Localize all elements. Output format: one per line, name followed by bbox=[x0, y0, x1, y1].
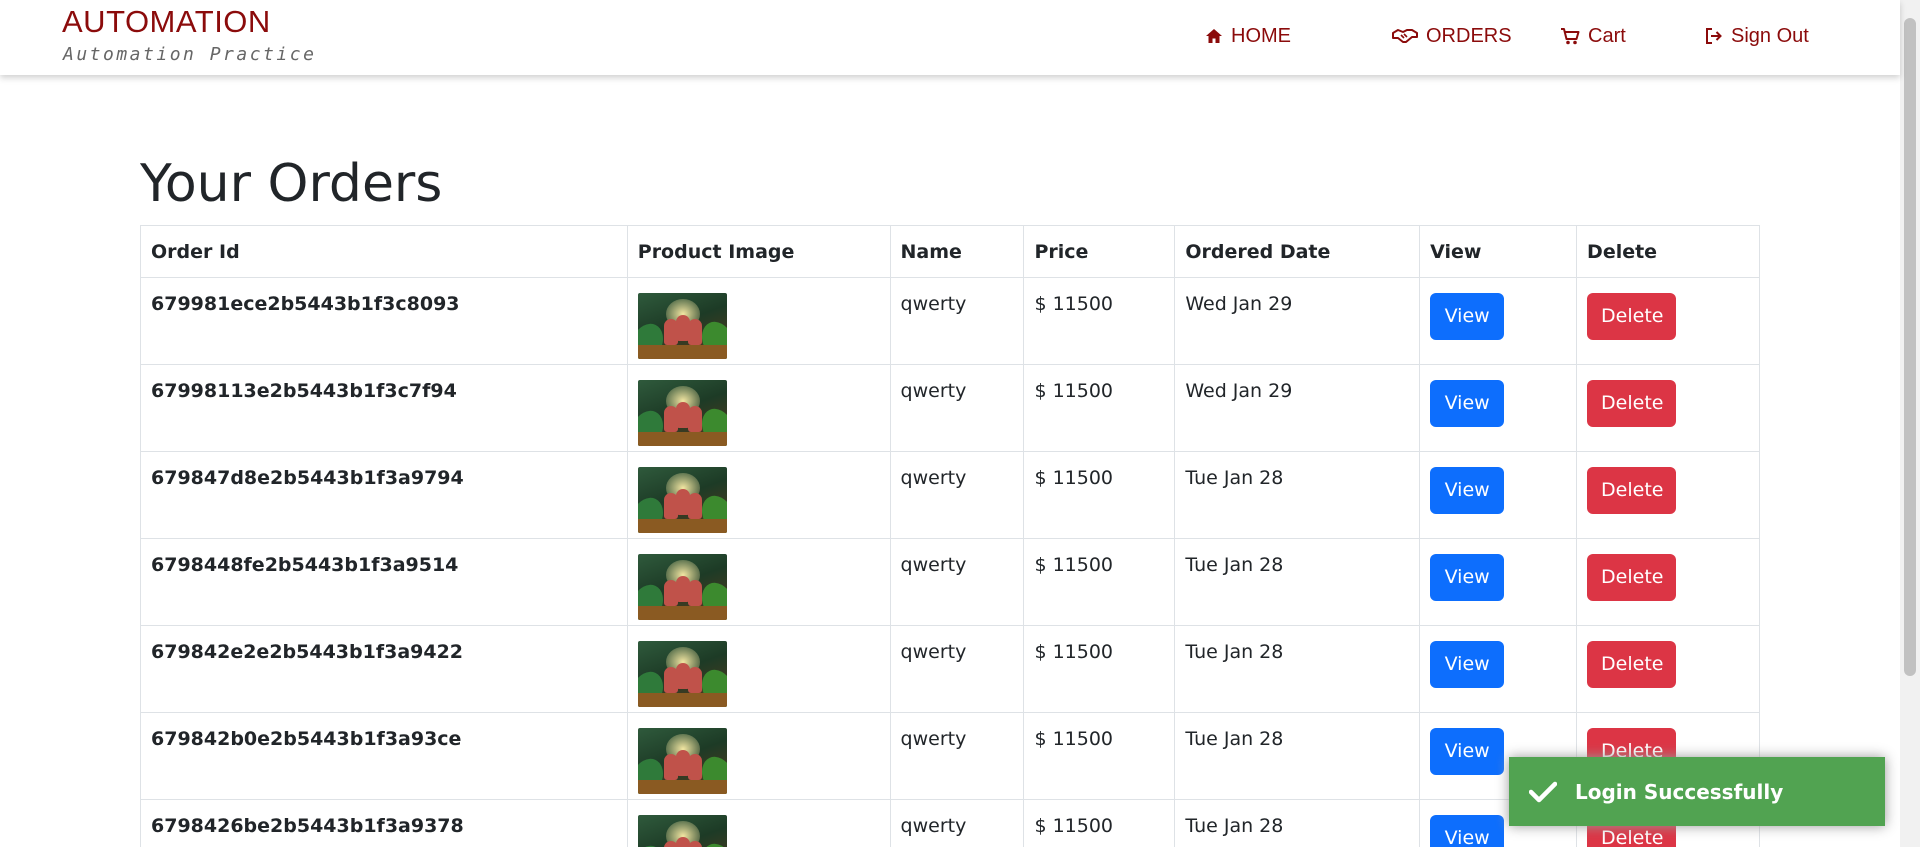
delete-button[interactable]: Delete bbox=[1587, 293, 1677, 340]
orders-table: Order Id Product Image Name Price Ordere… bbox=[140, 225, 1760, 847]
header-ordered-date: Ordered Date bbox=[1174, 225, 1421, 278]
ordered-date-cell: Wed Jan 29 bbox=[1174, 364, 1421, 452]
view-button[interactable]: View bbox=[1430, 728, 1505, 775]
home-icon bbox=[1206, 29, 1222, 43]
table-header-row: Order Id Product Image Name Price Ordere… bbox=[140, 225, 1760, 278]
view-button[interactable]: View bbox=[1430, 380, 1505, 427]
price-cell: $ 11500 bbox=[1023, 277, 1176, 365]
delete-cell: Delete bbox=[1576, 277, 1760, 365]
product-name-cell: qwerty bbox=[889, 712, 1025, 800]
view-button[interactable]: View bbox=[1430, 641, 1505, 688]
product-name-cell: qwerty bbox=[889, 451, 1025, 539]
order-id-cell: 679981ece2b5443b1f3c8093 bbox=[140, 277, 628, 365]
view-cell: View bbox=[1419, 625, 1578, 713]
product-name-cell: qwerty bbox=[889, 625, 1025, 713]
brand-subtitle: Automation Practice bbox=[63, 44, 317, 65]
view-cell: View bbox=[1419, 538, 1578, 626]
view-button[interactable]: View bbox=[1430, 815, 1505, 847]
delete-cell: Delete bbox=[1576, 625, 1760, 713]
price-cell: $ 11500 bbox=[1023, 364, 1176, 452]
view-cell: View bbox=[1419, 277, 1578, 365]
delete-button[interactable]: Delete bbox=[1587, 467, 1677, 514]
table-row: 679981ece2b5443b1f3c8093 qwerty $ 11500 … bbox=[140, 277, 1760, 365]
table-row: 67998113e2b5443b1f3c7f94 qwerty $ 11500 … bbox=[140, 364, 1760, 452]
price-cell: $ 11500 bbox=[1023, 538, 1176, 626]
handshake-icon bbox=[1392, 29, 1418, 43]
header-name: Name bbox=[889, 225, 1025, 278]
product-name-cell: qwerty bbox=[889, 364, 1025, 452]
nav-cart[interactable]: Cart bbox=[1560, 22, 1626, 50]
product-thumbnail bbox=[637, 728, 727, 794]
view-cell: View bbox=[1419, 364, 1578, 452]
delete-button[interactable]: Delete bbox=[1587, 554, 1677, 601]
nav-sign-out[interactable]: Sign Out bbox=[1705, 22, 1809, 50]
product-image-cell bbox=[626, 712, 891, 800]
product-image-cell bbox=[626, 625, 891, 713]
view-cell: View bbox=[1419, 451, 1578, 539]
delete-cell: Delete bbox=[1576, 538, 1760, 626]
header-view: View bbox=[1419, 225, 1578, 278]
product-image-cell bbox=[626, 538, 891, 626]
header-delete: Delete bbox=[1576, 225, 1760, 278]
ordered-date-cell: Tue Jan 28 bbox=[1174, 712, 1421, 800]
nav-orders[interactable]: ORDERS bbox=[1392, 22, 1512, 50]
order-id-cell: 679842b0e2b5443b1f3a93ce bbox=[140, 712, 628, 800]
table-row: 679847d8e2b5443b1f3a9794 qwerty $ 11500 … bbox=[140, 451, 1760, 539]
sign-out-icon bbox=[1706, 28, 1722, 44]
view-button[interactable]: View bbox=[1430, 293, 1505, 340]
delete-button[interactable]: Delete bbox=[1587, 380, 1677, 427]
ordered-date-cell: Tue Jan 28 bbox=[1174, 538, 1421, 626]
delete-cell: Delete bbox=[1576, 364, 1760, 452]
product-thumbnail bbox=[637, 380, 727, 446]
scrollbar-thumb[interactable] bbox=[1904, 18, 1916, 676]
header-price: Price bbox=[1023, 225, 1176, 278]
product-thumbnail bbox=[637, 467, 727, 533]
price-cell: $ 11500 bbox=[1023, 625, 1176, 713]
ordered-date-cell: Tue Jan 28 bbox=[1174, 799, 1421, 847]
ordered-date-cell: Wed Jan 29 bbox=[1174, 277, 1421, 365]
product-thumbnail bbox=[637, 815, 727, 847]
product-image-cell bbox=[626, 799, 891, 847]
page-scrollbar[interactable] bbox=[1900, 0, 1920, 847]
login-success-toast[interactable]: Login Successfully bbox=[1509, 757, 1885, 826]
delete-button[interactable]: Delete bbox=[1587, 641, 1677, 688]
nav-home[interactable]: HOME bbox=[1205, 22, 1291, 50]
order-id-cell: 6798426be2b5443b1f3a9378 bbox=[140, 799, 628, 847]
ordered-date-cell: Tue Jan 28 bbox=[1174, 451, 1421, 539]
page-title: Your Orders bbox=[140, 154, 443, 214]
product-image-cell bbox=[626, 451, 891, 539]
check-icon bbox=[1529, 781, 1557, 802]
product-name-cell: qwerty bbox=[889, 277, 1025, 365]
table-row: 6798448fe2b5443b1f3a9514 qwerty $ 11500 … bbox=[140, 538, 1760, 626]
nav-cart-label: Cart bbox=[1588, 24, 1626, 47]
price-cell: $ 11500 bbox=[1023, 799, 1176, 847]
toast-message: Login Successfully bbox=[1575, 779, 1784, 804]
nav-sign-out-label: Sign Out bbox=[1731, 24, 1809, 47]
product-image-cell bbox=[626, 364, 891, 452]
view-button[interactable]: View bbox=[1430, 467, 1505, 514]
nav-home-label: HOME bbox=[1231, 24, 1291, 47]
ordered-date-cell: Tue Jan 28 bbox=[1174, 625, 1421, 713]
brand-title[interactable]: AUTOMATION bbox=[62, 4, 271, 40]
header-order-id: Order Id bbox=[140, 225, 628, 278]
header-product-image: Product Image bbox=[626, 225, 891, 278]
cart-icon bbox=[1561, 28, 1580, 45]
table-row: 679842e2e2b5443b1f3a9422 qwerty $ 11500 … bbox=[140, 625, 1760, 713]
view-button[interactable]: View bbox=[1430, 554, 1505, 601]
order-id-cell: 679847d8e2b5443b1f3a9794 bbox=[140, 451, 628, 539]
top-navbar: AUTOMATION Automation Practice HOME ORDE… bbox=[0, 0, 1900, 75]
price-cell: $ 11500 bbox=[1023, 712, 1176, 800]
price-cell: $ 11500 bbox=[1023, 451, 1176, 539]
product-thumbnail bbox=[637, 293, 727, 359]
product-image-cell bbox=[626, 277, 891, 365]
product-thumbnail bbox=[637, 554, 727, 620]
product-thumbnail bbox=[637, 641, 727, 707]
product-name-cell: qwerty bbox=[889, 799, 1025, 847]
order-id-cell: 67998113e2b5443b1f3c7f94 bbox=[140, 364, 628, 452]
order-id-cell: 6798448fe2b5443b1f3a9514 bbox=[140, 538, 628, 626]
order-id-cell: 679842e2e2b5443b1f3a9422 bbox=[140, 625, 628, 713]
product-name-cell: qwerty bbox=[889, 538, 1025, 626]
nav-orders-label: ORDERS bbox=[1426, 24, 1512, 47]
delete-cell: Delete bbox=[1576, 451, 1760, 539]
